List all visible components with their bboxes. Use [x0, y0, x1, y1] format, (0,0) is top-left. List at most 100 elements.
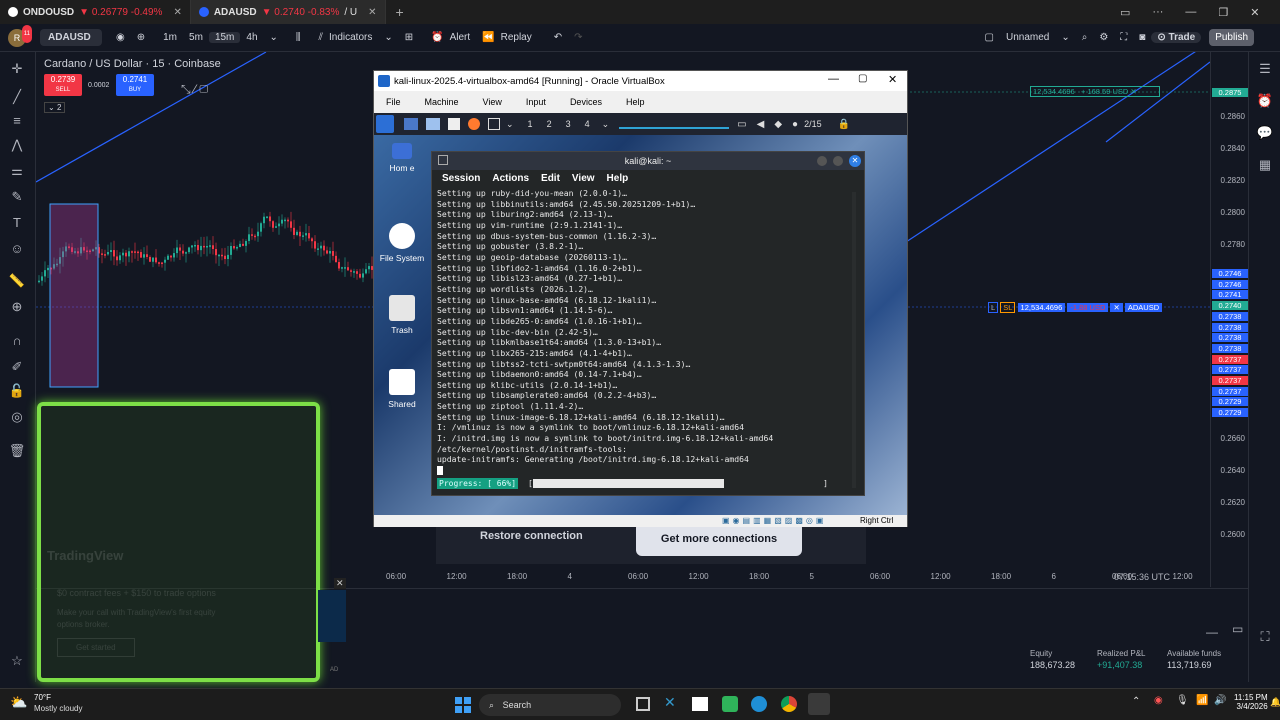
desktop-shared[interactable]: Shared: [376, 369, 428, 409]
menu-devices[interactable]: Devices: [558, 97, 614, 107]
templates-icon[interactable]: ⊞: [399, 32, 419, 43]
terminal-titlebar[interactable]: kali@kali: ~ ✕: [432, 152, 864, 170]
alarm-icon[interactable]: ⏰: [425, 32, 449, 43]
fullscreen-icon[interactable]: ⛶: [1114, 32, 1133, 43]
text-icon[interactable]: T: [8, 214, 26, 232]
restore-connection-button[interactable]: Restore connection: [480, 530, 583, 542]
take-profit-order[interactable]: 12,534.4696 + 168.59 USD ✕: [1030, 86, 1160, 97]
chart-tools-icons[interactable]: ⤡ ⁄ ▢: [181, 82, 208, 97]
terminal-output[interactable]: Setting up ruby-did-you-mean (2.0.0-1)… S…: [437, 188, 861, 488]
minimize-icon[interactable]: —: [828, 73, 839, 85]
vbox-titlebar[interactable]: kali-linux-2025.4-virtualbox-amd64 [Runn…: [374, 71, 907, 91]
workspace-1[interactable]: 1: [528, 119, 533, 129]
sell-button[interactable]: 0.2739 SELL: [44, 74, 82, 96]
cast-icon[interactable]: ▭: [1120, 6, 1130, 19]
task-view-icon[interactable]: [636, 697, 650, 711]
minimize-panel-icon[interactable]: —: [1206, 625, 1218, 639]
firefox-icon[interactable]: [468, 118, 480, 130]
chrome-icon[interactable]: [781, 696, 797, 712]
weather-icon[interactable]: ⛅: [10, 694, 32, 716]
maximize-panel-icon[interactable]: ▭: [1232, 622, 1243, 636]
minimize-icon[interactable]: —: [1185, 6, 1196, 18]
indicator-toggle[interactable]: ⌄ 2: [44, 102, 66, 113]
desktop-trash[interactable]: Trash: [376, 295, 428, 335]
calendar-icon[interactable]: ▦: [1256, 156, 1274, 174]
menu-help[interactable]: Help: [614, 97, 657, 107]
indicators-icon[interactable]: ⫽: [313, 32, 329, 43]
desktop-home[interactable]: Hom e: [376, 143, 428, 173]
menu-session[interactable]: Session: [442, 173, 480, 184]
mic-icon[interactable]: 🎙: [1176, 695, 1189, 706]
browser-tab-adausd[interactable]: ADAUSD ▼ 0.2740 -0.83% / U ✕: [190, 0, 386, 24]
gear-icon[interactable]: ⚙: [1093, 32, 1114, 43]
emoji-icon[interactable]: ☺: [8, 240, 26, 258]
virtualbox-taskbar-icon[interactable]: [808, 693, 830, 715]
crosshair-icon[interactable]: ✛: [8, 60, 26, 78]
display-icon[interactable]: ▭: [737, 119, 746, 130]
menu-file[interactable]: File: [374, 97, 413, 107]
app-icon[interactable]: ✕: [664, 694, 676, 711]
close-icon[interactable]: ✕: [849, 155, 861, 167]
menu-view[interactable]: View: [572, 173, 595, 184]
volume-icon[interactable]: ◀: [757, 119, 765, 130]
terminal-icon[interactable]: [488, 118, 500, 130]
maximize-icon[interactable]: ▢: [858, 73, 867, 84]
menu-actions[interactable]: Actions: [492, 173, 529, 184]
workspace-2[interactable]: 2: [547, 119, 552, 129]
notification-bell-icon[interactable]: 🔔: [1270, 697, 1280, 708]
visibility-icon[interactable]: ◎: [8, 408, 26, 426]
replay-icon[interactable]: ⏪: [476, 32, 500, 43]
trade-button[interactable]: ⊙ Trade: [1151, 32, 1202, 43]
desktop-filesystem[interactable]: File System: [376, 223, 428, 263]
price-axis[interactable]: 0.2875 0.2860 0.2840 0.2820 0.2800 0.278…: [1210, 52, 1248, 587]
eye-icon[interactable]: ◉: [110, 32, 131, 43]
ruler-icon[interactable]: 📏: [8, 272, 26, 290]
buy-button[interactable]: 0.2741 BUY: [116, 74, 154, 96]
minimize-icon[interactable]: [817, 156, 827, 166]
search-icon[interactable]: ⌕: [1076, 32, 1094, 43]
close-icon[interactable]: ✕: [368, 7, 376, 18]
file-manager-icon[interactable]: [426, 118, 440, 130]
replay-button[interactable]: Replay: [501, 32, 538, 43]
position-order[interactable]: L SL 12,534.4696 -1.88 USD ✕ ADAUSD: [988, 302, 1163, 313]
terminal-window[interactable]: kali@kali: ~ ✕ Session Actions Edit View…: [431, 151, 865, 496]
desktop-icon[interactable]: [404, 118, 418, 130]
chevron-down-icon[interactable]: ⌄: [602, 119, 610, 130]
trash-icon[interactable]: 🗑: [8, 442, 26, 460]
symbol-search[interactable]: ADAUSD: [40, 29, 102, 46]
publish-button[interactable]: Publish: [1209, 29, 1255, 46]
zoom-icon[interactable]: ⊕: [8, 298, 26, 316]
trendline[interactable]: [905, 52, 1210, 243]
menu-input[interactable]: Input: [514, 97, 558, 107]
undo-icon[interactable]: ↶: [548, 32, 568, 43]
expand-icon[interactable]: ⛶: [1256, 628, 1274, 646]
star-icon[interactable]: ☆: [8, 652, 26, 670]
lock-icon[interactable]: 🔒: [838, 119, 850, 130]
device-status-icons[interactable]: ▣◉▤▥▦▧▨▩◎▣: [722, 516, 826, 525]
camera-icon[interactable]: ◙: [1133, 32, 1151, 43]
trendline-icon[interactable]: ╱: [8, 88, 26, 106]
chevron-down-icon[interactable]: ⌄: [264, 32, 284, 43]
close-ad-icon[interactable]: ✕: [334, 578, 346, 589]
menu-view[interactable]: View: [471, 97, 514, 107]
pattern-icon[interactable]: ⋀: [8, 136, 26, 154]
close-window-icon[interactable]: ✕: [1250, 6, 1259, 19]
menu-machine[interactable]: Machine: [413, 97, 471, 107]
fib-icon[interactable]: ≡: [8, 112, 26, 130]
tradingview-app-icon[interactable]: [692, 697, 708, 711]
avatar[interactable]: R 11: [8, 24, 32, 47]
taskbar-clock[interactable]: 11:15 PM 3/4/2026: [1234, 693, 1268, 711]
kali-menu-icon[interactable]: [376, 115, 394, 133]
magnet-icon[interactable]: ∩: [8, 332, 26, 350]
get-more-connections-button[interactable]: Get more connections: [636, 522, 802, 556]
edge-icon[interactable]: [751, 696, 767, 712]
more-icon[interactable]: ···: [1152, 6, 1163, 18]
browser-tab-ondousd[interactable]: ONDOUSD ▼ 0.26779 -0.49% ✕: [0, 0, 191, 24]
layout-icon[interactable]: ▢: [979, 32, 1000, 43]
search-box[interactable]: ⌕ Search: [479, 694, 621, 716]
interval-1m[interactable]: 1m: [157, 32, 183, 43]
volume-icon[interactable]: 🔊: [1214, 695, 1226, 706]
lock-icon[interactable]: 🔓: [8, 382, 26, 400]
menu-edit[interactable]: Edit: [541, 173, 560, 184]
chevron-down-icon[interactable]: ⌄: [378, 32, 398, 43]
